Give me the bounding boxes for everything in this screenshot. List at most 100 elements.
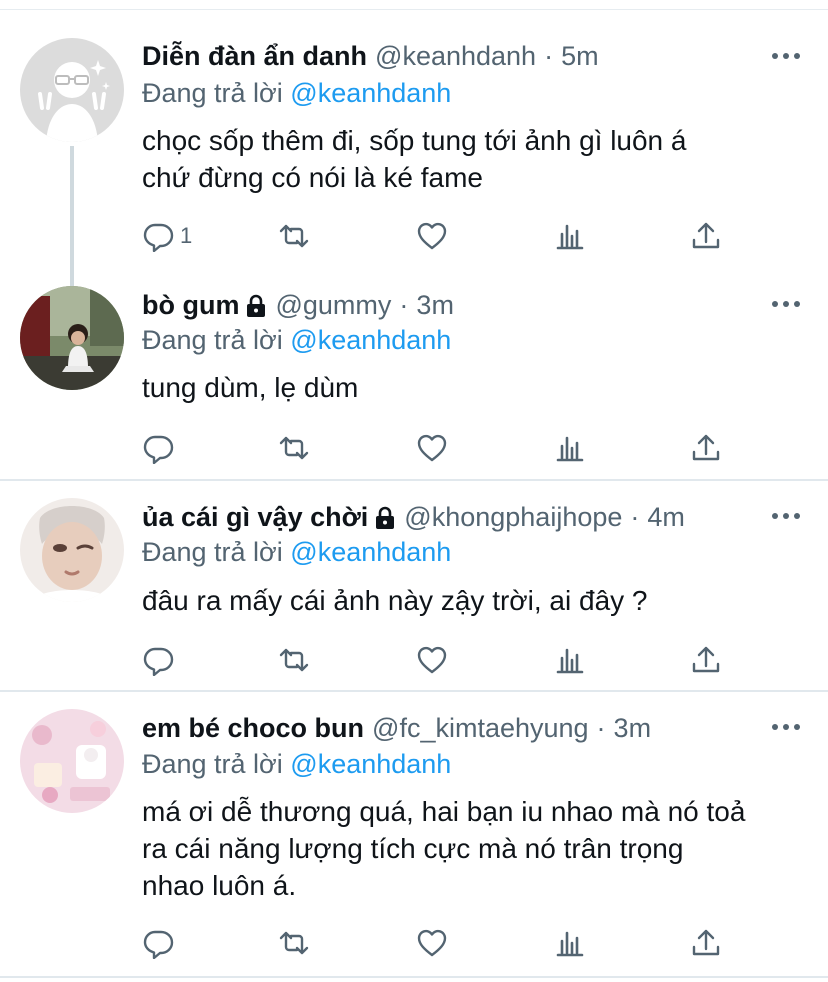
heart-icon — [417, 929, 447, 957]
display-name[interactable]: bò gum — [142, 289, 239, 321]
separator: · — [596, 713, 606, 743]
share-button[interactable] — [690, 432, 722, 464]
reply-button[interactable] — [142, 644, 174, 676]
reply-icon — [143, 435, 174, 464]
share-button[interactable] — [690, 927, 722, 959]
display-name[interactable]: Diễn đàn ẩn danh — [142, 40, 367, 72]
like-button[interactable] — [416, 927, 448, 959]
heart-icon — [417, 222, 447, 250]
share-icon — [692, 222, 720, 249]
tweet-divider — [0, 976, 828, 978]
retweet-button[interactable] — [278, 220, 310, 252]
tweet-header: bò gum @gummy · 3m — [142, 289, 454, 321]
reply-button[interactable] — [142, 432, 174, 464]
share-button[interactable] — [690, 220, 722, 252]
timestamp[interactable]: 3m — [614, 712, 652, 744]
heart-icon — [417, 646, 447, 674]
share-button[interactable] — [690, 644, 722, 676]
display-name[interactable]: ủa cái gì vậy chời — [142, 501, 368, 533]
replying-to: Đang trả lời @keanhdanh — [142, 536, 451, 568]
retweet-icon — [279, 931, 309, 955]
analytics-button[interactable] — [554, 927, 586, 959]
tweet-text-line: má ơi dễ thương quá, hai bạn iu nhao mà … — [142, 796, 746, 827]
analytics-icon — [556, 436, 584, 462]
user-handle[interactable]: @fc_kimtaehyung — [372, 712, 589, 744]
replying-to: Đang trả lời @keanhdanh — [142, 77, 451, 109]
tweet-text-line: chứ đừng có nói là ké fame — [142, 162, 484, 193]
analytics-icon — [556, 931, 584, 957]
top-divider — [0, 9, 828, 10]
reply-prefix: Đang trả lời — [142, 325, 283, 355]
reply-prefix: Đang trả lời — [142, 749, 283, 779]
reply-count: 1 — [180, 223, 193, 248]
retweet-icon — [279, 648, 309, 672]
share-icon — [692, 646, 720, 673]
tweet-header: Diễn đàn ẩn danh @keanhdanh · 5m — [142, 40, 599, 72]
replying-to: Đang trả lời @keanhdanh — [142, 748, 451, 780]
like-button[interactable] — [416, 644, 448, 676]
replying-to: Đang trả lời @keanhdanh — [142, 324, 451, 356]
reply-button[interactable] — [142, 927, 174, 959]
avatar[interactable] — [20, 709, 124, 813]
tweet-header: ủa cái gì vậy chời @khongphaijhope · 4m — [142, 501, 685, 533]
reply-icon — [143, 647, 174, 676]
tweet-divider — [0, 479, 828, 481]
tweet-text-line: nhao luôn á. — [142, 870, 297, 901]
tweet-text-line: tung dùm, lẹ dùm — [142, 372, 359, 403]
analytics-button[interactable] — [554, 432, 586, 464]
reply-icon — [143, 223, 174, 252]
lock-icon — [247, 294, 266, 317]
user-handle[interactable]: @keanhdanh — [375, 40, 536, 72]
action-bar: 1 — [142, 220, 742, 252]
retweet-icon — [279, 436, 309, 460]
tweet-header: em bé choco bun @fc_kimtaehyung · 3m — [142, 712, 651, 744]
more-dots-icon[interactable] — [772, 511, 802, 521]
separator: · — [399, 290, 409, 320]
display-name[interactable]: em bé choco bun — [142, 712, 364, 744]
reply-prefix: Đang trả lời — [142, 78, 283, 108]
avatar[interactable] — [20, 286, 124, 390]
like-button[interactable] — [416, 220, 448, 252]
analytics-button[interactable] — [554, 644, 586, 676]
tweet-text: đâu ra mấy cái ảnh này zậy trời, ai đây … — [142, 582, 812, 619]
retweet-button[interactable] — [278, 644, 310, 676]
timestamp[interactable]: 4m — [647, 501, 685, 533]
mention-link[interactable]: @keanhdanh — [290, 325, 451, 355]
analytics-button[interactable] — [554, 220, 586, 252]
reply-prefix: Đang trả lời — [142, 537, 283, 567]
action-bar — [142, 432, 742, 464]
tweet-divider — [0, 690, 828, 692]
timestamp[interactable]: 5m — [561, 40, 599, 72]
more-dots-icon[interactable] — [772, 51, 802, 61]
more-dots-icon[interactable] — [772, 299, 802, 309]
thread-line — [70, 146, 74, 286]
mention-link[interactable]: @keanhdanh — [290, 537, 451, 567]
lock-icon — [376, 506, 395, 529]
action-bar — [142, 644, 742, 676]
share-icon — [692, 434, 720, 461]
retweet-button[interactable] — [278, 432, 310, 464]
retweet-icon — [279, 224, 309, 248]
separator: · — [630, 502, 640, 532]
separator: · — [544, 41, 554, 71]
more-dots-icon[interactable] — [772, 722, 802, 732]
avatar[interactable] — [20, 498, 124, 602]
tweet-text: má ơi dễ thương quá, hai bạn iu nhao mà … — [142, 793, 812, 904]
tweet-text-line: đâu ra mấy cái ảnh này zậy trời, ai đây … — [142, 585, 648, 616]
reply-icon — [143, 930, 174, 959]
tweet-text: tung dùm, lẹ dùm — [142, 369, 812, 406]
tweet-text-line: chọc sốp thêm đi, sốp tung tới ảnh gì lu… — [142, 125, 687, 156]
like-button[interactable] — [416, 432, 448, 464]
retweet-button[interactable] — [278, 927, 310, 959]
avatar[interactable] — [20, 38, 124, 142]
analytics-icon — [556, 648, 584, 674]
timestamp[interactable]: 3m — [416, 289, 454, 321]
mention-link[interactable]: @keanhdanh — [290, 78, 451, 108]
user-handle[interactable]: @gummy — [275, 289, 391, 321]
user-handle[interactable]: @khongphaijhope — [404, 501, 622, 533]
action-bar — [142, 927, 742, 959]
heart-icon — [417, 434, 447, 462]
mention-link[interactable]: @keanhdanh — [290, 749, 451, 779]
reply-button[interactable]: 1 — [142, 220, 192, 252]
share-icon — [692, 929, 720, 956]
